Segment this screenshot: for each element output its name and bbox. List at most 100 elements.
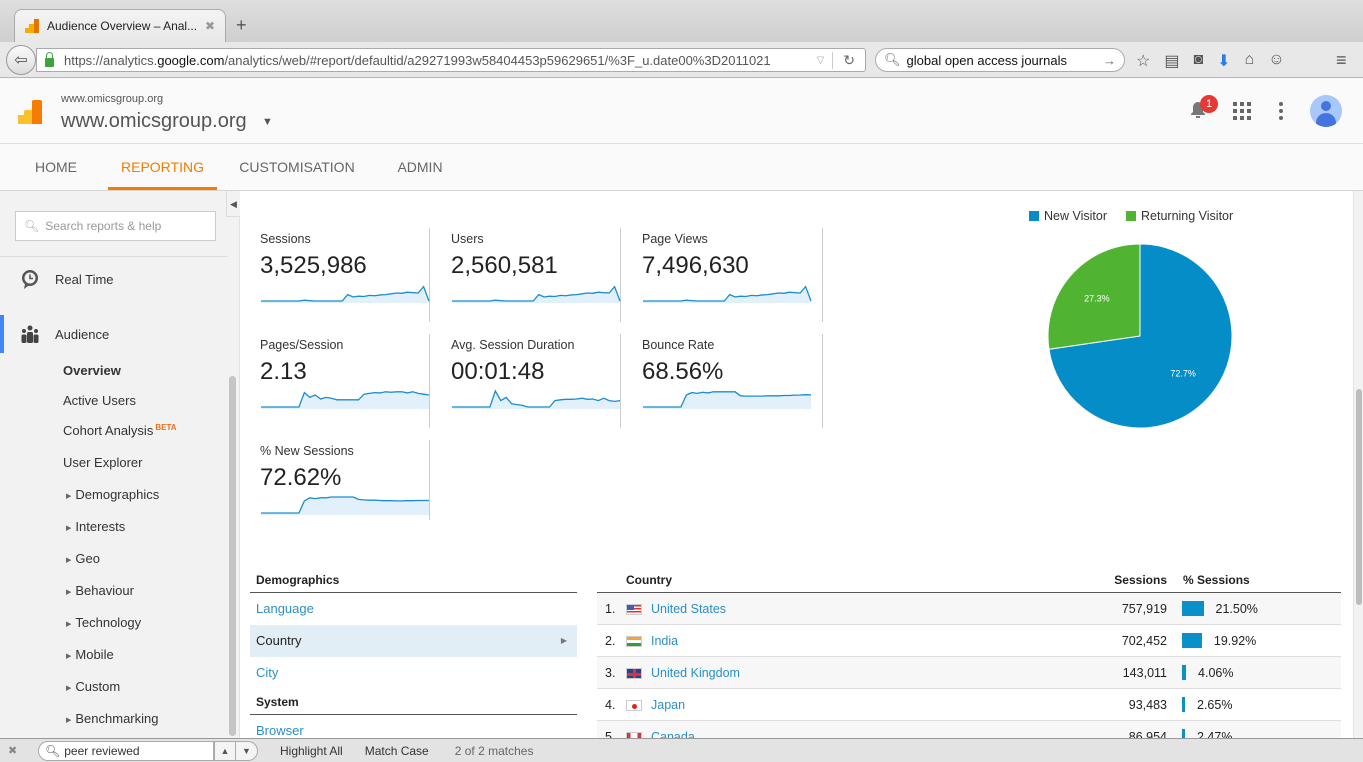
- sidebar-item-custom[interactable]: Custom: [66, 679, 120, 694]
- sidebar-item-demographics[interactable]: Demographics: [66, 487, 159, 502]
- table-row[interactable]: 2.India702,45219.92%: [597, 625, 1341, 657]
- divider: [0, 256, 228, 257]
- sidebar-item-mobile[interactable]: Mobile: [66, 647, 114, 662]
- sidebar-item-cohort-analysis[interactable]: Cohort AnalysisBETA: [63, 423, 177, 438]
- metric-value: 68.56%: [642, 358, 723, 386]
- browser-search-field[interactable]: 🔍︎ global open access journals →: [875, 48, 1125, 72]
- apps-grid-icon[interactable]: [1233, 102, 1251, 120]
- download-icon[interactable]: ⬇: [1217, 51, 1230, 71]
- more-vert-icon[interactable]: [1279, 102, 1283, 120]
- chat-icon[interactable]: ☺: [1268, 51, 1284, 71]
- flag-jp-icon: [626, 700, 642, 711]
- pct-bar: [1182, 665, 1186, 680]
- metric-page-views[interactable]: Page Views 7,496,630: [622, 228, 823, 322]
- metric-users[interactable]: Users 2,560,581: [431, 228, 621, 322]
- back-button[interactable]: ⇦: [6, 45, 36, 75]
- close-tab-icon[interactable]: ✖: [205, 19, 215, 33]
- sidebar-item-active-users[interactable]: Active Users: [63, 393, 136, 408]
- page-scrollbar[interactable]: [1353, 191, 1363, 738]
- legend-swatch: [1126, 211, 1136, 221]
- tab-reporting[interactable]: REPORTING: [108, 144, 217, 190]
- legend-new-visitor[interactable]: New Visitor: [1029, 209, 1107, 223]
- search-icon: 🔍︎: [24, 219, 39, 233]
- sidebar-item-benchmarking[interactable]: Benchmarking: [66, 711, 159, 726]
- system-item-browser[interactable]: Browser: [250, 715, 577, 739]
- column-pct-sessions[interactable]: % Sessions: [1183, 573, 1250, 587]
- metric-value: 3,525,986: [260, 252, 367, 280]
- bookmark-star-icon[interactable]: ☆: [1136, 51, 1150, 71]
- home-icon[interactable]: ⌂: [1245, 51, 1255, 71]
- metric-new-sessions[interactable]: % New Sessions 72.62%: [240, 440, 430, 520]
- system-heading: System: [250, 693, 577, 715]
- people-icon: [20, 325, 40, 343]
- sidebar-item-behaviour[interactable]: Behaviour: [66, 583, 134, 598]
- url-bar[interactable]: https://analytics.google.com/analytics/w…: [36, 48, 866, 72]
- pie-data-label: 72.7%: [1170, 368, 1196, 378]
- pocket-icon[interactable]: ◙: [1193, 51, 1203, 71]
- reload-icon[interactable]: ↻: [832, 52, 865, 69]
- scroll-thumb[interactable]: [1356, 389, 1362, 605]
- demographics-item-city[interactable]: City: [250, 657, 577, 689]
- new-tab-button[interactable]: +: [236, 15, 247, 36]
- report-search-input[interactable]: 🔍︎ Search reports & help: [15, 211, 216, 241]
- country-link[interactable]: United States: [651, 602, 726, 616]
- sidebar-item-overview[interactable]: Overview: [63, 363, 121, 378]
- demographics-item-language[interactable]: Language: [250, 593, 577, 625]
- visitor-pie-chart: 72.7%27.3%: [1040, 236, 1240, 436]
- flag-us-icon: [626, 604, 642, 615]
- find-input[interactable]: 🔍︎ peer reviewed: [38, 741, 214, 761]
- table-row[interactable]: 1.United States757,91921.50%: [597, 593, 1341, 625]
- tab-home[interactable]: HOME: [20, 144, 92, 190]
- hamburger-menu-icon[interactable]: ≡: [1336, 50, 1347, 71]
- highlight-all-toggle[interactable]: Highlight All: [280, 744, 343, 758]
- legend-label: New Visitor: [1044, 209, 1107, 223]
- sidebar: 🔍︎ Search reports & help ◀ Real Time Aud…: [0, 191, 240, 738]
- collapse-sidebar-button[interactable]: ◀: [226, 191, 240, 217]
- legend-returning-visitor[interactable]: Returning Visitor: [1126, 209, 1233, 223]
- lock-icon: [45, 58, 54, 67]
- table-row[interactable]: 4.Japan93,4832.65%: [597, 689, 1341, 721]
- notification-badge[interactable]: 1: [1200, 95, 1218, 113]
- close-find-icon[interactable]: ✖: [8, 744, 30, 757]
- country-link[interactable]: United Kingdom: [651, 666, 740, 680]
- country-link[interactable]: Japan: [651, 698, 685, 712]
- browser-tab[interactable]: Audience Overview – Anal... ✖: [14, 9, 226, 42]
- metric-value: 72.62%: [260, 464, 341, 492]
- demographics-item-country[interactable]: Country▶: [250, 625, 577, 657]
- search-go-icon[interactable]: →: [1103, 53, 1116, 68]
- sidebar-item-technology[interactable]: Technology: [66, 615, 141, 630]
- find-next-button[interactable]: ▼: [236, 741, 258, 761]
- row-rank: 1.: [605, 602, 615, 616]
- flag-gb-icon: [626, 668, 642, 679]
- user-avatar[interactable]: [1310, 95, 1342, 127]
- url-dropdown-icon[interactable]: ▽: [817, 55, 825, 66]
- metric-value: 00:01:48: [451, 358, 544, 386]
- table-row[interactable]: 3.United Kingdom143,0114.06%: [597, 657, 1341, 689]
- account-selector[interactable]: www.omicsgroup.org: [61, 110, 247, 133]
- table-row[interactable]: 5.Canada86,9542.47%: [597, 721, 1341, 739]
- report-content: Sessions 3,525,986 Users 2,560,581 Page …: [240, 191, 1352, 738]
- country-link[interactable]: India: [651, 634, 678, 648]
- column-sessions[interactable]: Sessions: [1114, 573, 1167, 587]
- match-case-toggle[interactable]: Match Case: [365, 744, 429, 758]
- find-previous-button[interactable]: ▲: [214, 741, 236, 761]
- tab-admin[interactable]: ADMIN: [385, 144, 455, 190]
- search-icon: 🔍︎: [884, 52, 901, 68]
- cohort-label: Cohort Analysis: [63, 423, 153, 438]
- tab-customisation[interactable]: CUSTOMISATION: [232, 144, 362, 190]
- sidebar-scrollbar[interactable]: [229, 376, 236, 736]
- reading-list-icon[interactable]: ▤: [1164, 51, 1179, 71]
- metric-sessions[interactable]: Sessions 3,525,986: [240, 228, 430, 322]
- metric-bounce-rate[interactable]: Bounce Rate 68.56%: [622, 334, 823, 428]
- caret-down-icon[interactable]: ▼: [262, 116, 273, 128]
- row-rank: 3.: [605, 666, 615, 680]
- sidebar-item-user-explorer[interactable]: User Explorer: [63, 455, 142, 470]
- metric-value: 2.13: [260, 358, 307, 386]
- metric-avg-session-duration[interactable]: Avg. Session Duration 00:01:48: [431, 334, 621, 428]
- sidebar-item-geo[interactable]: Geo: [66, 551, 100, 566]
- column-country[interactable]: Country: [626, 573, 672, 587]
- country-table: Country Sessions % Sessions 1. United Sta…: [597, 571, 1341, 739]
- browser-toolbar: ⇦ https://analytics.google.com/analytics…: [0, 42, 1363, 78]
- metric-pages-per-session[interactable]: Pages/Session 2.13: [240, 334, 430, 428]
- sidebar-item-interests[interactable]: Interests: [66, 519, 125, 534]
